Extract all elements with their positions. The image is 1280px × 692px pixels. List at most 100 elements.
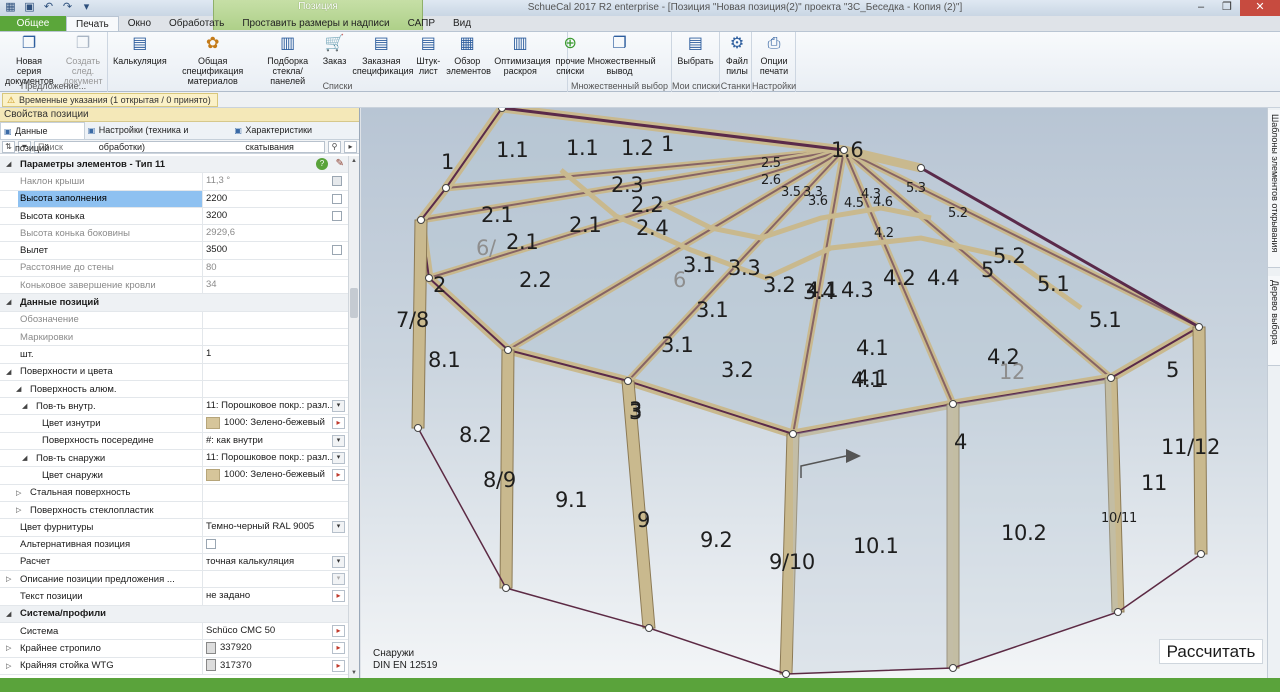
property-value[interactable]: Темно-черный RAL 9005 xyxy=(202,519,348,536)
scroll-thumb[interactable] xyxy=(350,288,358,318)
property-checkbox[interactable] xyxy=(332,210,342,221)
property-row[interactable]: ◢ Поверхность алюм. xyxy=(0,380,348,399)
property-value[interactable]: точная калькуляция xyxy=(202,553,348,571)
property-value[interactable] xyxy=(202,501,348,519)
property-row[interactable]: Система Schüco CMC 50 ▸ xyxy=(0,623,348,641)
property-value[interactable]: 2929,6 xyxy=(202,225,348,242)
collapse-arrow-icon[interactable]: ◢ xyxy=(6,298,11,306)
scroll-up-icon[interactable]: ▲ xyxy=(349,156,359,166)
property-row[interactable]: ▷ Поверхность стеклопластик xyxy=(0,501,348,520)
property-row[interactable]: шт. 1 xyxy=(0,346,348,364)
property-value[interactable] xyxy=(202,363,348,380)
property-category[interactable]: ◢ Система/профили xyxy=(0,605,348,624)
dropdown-arrow-icon[interactable]: ▾ xyxy=(332,555,345,568)
property-row[interactable]: Маркировки xyxy=(0,328,348,347)
tab-process[interactable]: Обработать xyxy=(160,16,233,31)
property-row[interactable]: Альтернативная позиция xyxy=(0,536,348,554)
property-category[interactable]: ◢ Параметры элементов - Тип 11? ✎ xyxy=(0,156,348,174)
property-row[interactable]: Наклон крыши 11,3 ° xyxy=(0,173,348,191)
picker-button-icon[interactable]: ▸ xyxy=(332,642,345,655)
property-row[interactable]: Вылет 3500 xyxy=(0,242,348,260)
close-button[interactable]: ✕ xyxy=(1240,0,1280,16)
dropdown-arrow-icon[interactable]: ▾ xyxy=(332,400,345,413)
property-value[interactable] xyxy=(202,328,348,346)
property-row[interactable]: Высота конька боковины 2929,6 xyxy=(0,225,348,243)
property-checkbox[interactable] xyxy=(332,193,342,204)
property-value[interactable] xyxy=(202,484,348,501)
property-value[interactable]: 11: Порошковое покр.: разл... xyxy=(202,450,348,467)
customize-icon[interactable]: ▾ xyxy=(80,1,93,14)
property-row[interactable]: Высота заполнения 2200 xyxy=(0,190,348,208)
property-value[interactable]: 80 xyxy=(202,259,348,277)
property-value[interactable]: Schüco CMC 50 xyxy=(202,623,348,640)
save-icon[interactable]: ▣ xyxy=(23,1,36,14)
property-row[interactable]: Коньковое завершение кровли 34 xyxy=(0,277,348,295)
property-value[interactable]: 2200 xyxy=(202,190,348,207)
property-value[interactable]: 1000: Зелено-бежевый xyxy=(202,415,348,432)
property-checkbox[interactable] xyxy=(332,245,342,256)
tab-position-data[interactable]: Данные позиций xyxy=(0,122,85,153)
property-row[interactable]: Текст позиции не задано ▸ xyxy=(0,588,348,606)
collapse-arrow-icon[interactable]: ◢ xyxy=(6,368,11,376)
opening-templates-tab[interactable]: Шаблоны элементов открывания xyxy=(1268,110,1280,268)
property-value[interactable]: 3200 xyxy=(202,207,348,225)
property-value[interactable]: 11: Порошковое покр.: разл... xyxy=(202,398,348,415)
property-row[interactable]: ◢ Пов-ть снаружи 11: Порошковое покр.: раз… xyxy=(0,450,348,468)
property-row[interactable]: Расстояние до стены 80 xyxy=(0,259,348,278)
property-value[interactable] xyxy=(202,311,348,328)
property-row[interactable]: ◢ Поверхности и цвета xyxy=(0,363,348,381)
expand-arrow-icon[interactable]: ▷ xyxy=(16,489,21,497)
maximize-button[interactable]: ❐ xyxy=(1214,0,1240,16)
dropdown-arrow-icon[interactable]: ▾ xyxy=(332,434,345,447)
tab-window[interactable]: Окно xyxy=(119,16,160,31)
property-row[interactable]: Цвет изнутри 1000: Зелено-бежевый ▸ xyxy=(0,415,348,433)
property-row[interactable]: Высота конька 3200 xyxy=(0,207,348,226)
property-row[interactable]: Цвет фурнитуры Темно-черный RAL 9005 ▾ xyxy=(0,519,348,537)
property-row[interactable]: Цвет снаружи 1000: Зелено-бежевый ▸ xyxy=(0,467,348,485)
minimize-button[interactable]: – xyxy=(1188,0,1214,16)
collapse-arrow-icon[interactable]: ◢ xyxy=(16,385,21,393)
alternative-checkbox[interactable] xyxy=(206,539,216,550)
redo-icon[interactable]: ↷ xyxy=(61,1,74,14)
picker-button-icon[interactable]: ▸ xyxy=(332,417,345,430)
property-checkbox[interactable] xyxy=(332,176,342,187)
dropdown-arrow-icon[interactable]: ▾ xyxy=(332,573,345,586)
picker-button-icon[interactable]: ▸ xyxy=(332,590,345,603)
property-row[interactable]: ▷ Описание позиции предложения ... ▾ xyxy=(0,571,348,589)
property-grid-scrollbar[interactable]: ▲ ▼ xyxy=(348,156,359,678)
calculate-button[interactable]: Рассчитать xyxy=(1159,639,1263,664)
property-value[interactable]: 1 xyxy=(202,346,348,363)
collapse-arrow-icon[interactable]: ◢ xyxy=(22,402,27,410)
undo-icon[interactable]: ↶ xyxy=(42,1,55,14)
expand-arrow-icon[interactable]: ▷ xyxy=(6,662,11,670)
sort-icon[interactable]: ⇅ xyxy=(2,140,15,153)
collapse-arrow-icon[interactable]: ◢ xyxy=(6,610,11,618)
tab-view[interactable]: Вид xyxy=(444,16,480,31)
search-icon[interactable]: ⚲ xyxy=(328,140,341,153)
dropdown-arrow-icon[interactable]: ▾ xyxy=(332,452,345,465)
property-row[interactable]: Расчет точная калькуляция ▾ xyxy=(0,553,348,572)
collapse-arrow-icon[interactable]: ◢ xyxy=(22,454,27,462)
property-row[interactable]: ▷ Крайнее стропило 337920 ▸ xyxy=(0,640,348,658)
property-value[interactable] xyxy=(202,380,348,398)
property-value[interactable]: 317370 xyxy=(202,657,348,674)
dropdown-arrow-icon[interactable]: ▾ xyxy=(332,521,345,534)
property-value[interactable]: не задано xyxy=(202,588,348,605)
property-category[interactable]: ◢ Данные позиций xyxy=(0,294,348,312)
temporary-hints-button[interactable]: Временные указания (1 открытая / 0 приня… xyxy=(2,93,218,107)
scroll-down-icon[interactable]: ▼ xyxy=(349,668,359,678)
property-value[interactable]: 1000: Зелено-бежевый xyxy=(202,467,348,484)
selection-tree-tab[interactable]: Дерево выбора xyxy=(1268,276,1280,366)
tab-settings-technique[interactable]: Настройки (техника и обработки) xyxy=(85,122,232,152)
property-row[interactable]: Обозначение xyxy=(0,311,348,329)
property-value[interactable]: 337920 xyxy=(202,640,348,657)
picker-button-icon[interactable]: ▸ xyxy=(332,659,345,672)
picker-button-icon[interactable]: ▸ xyxy=(332,625,345,638)
property-value[interactable] xyxy=(202,571,348,588)
property-value[interactable]: 3500 xyxy=(202,242,348,259)
property-value[interactable]: #: как внутри xyxy=(202,432,348,450)
property-row[interactable]: ◢ Пов-ть внутр. 11: Порошковое покр.: разл… xyxy=(0,398,348,416)
tab-rolling-characteristics[interactable]: Характеристики скатывания xyxy=(231,122,359,152)
property-value[interactable]: 11,3 ° xyxy=(202,173,348,190)
property-row[interactable]: ▷ Стальная поверхность xyxy=(0,484,348,502)
